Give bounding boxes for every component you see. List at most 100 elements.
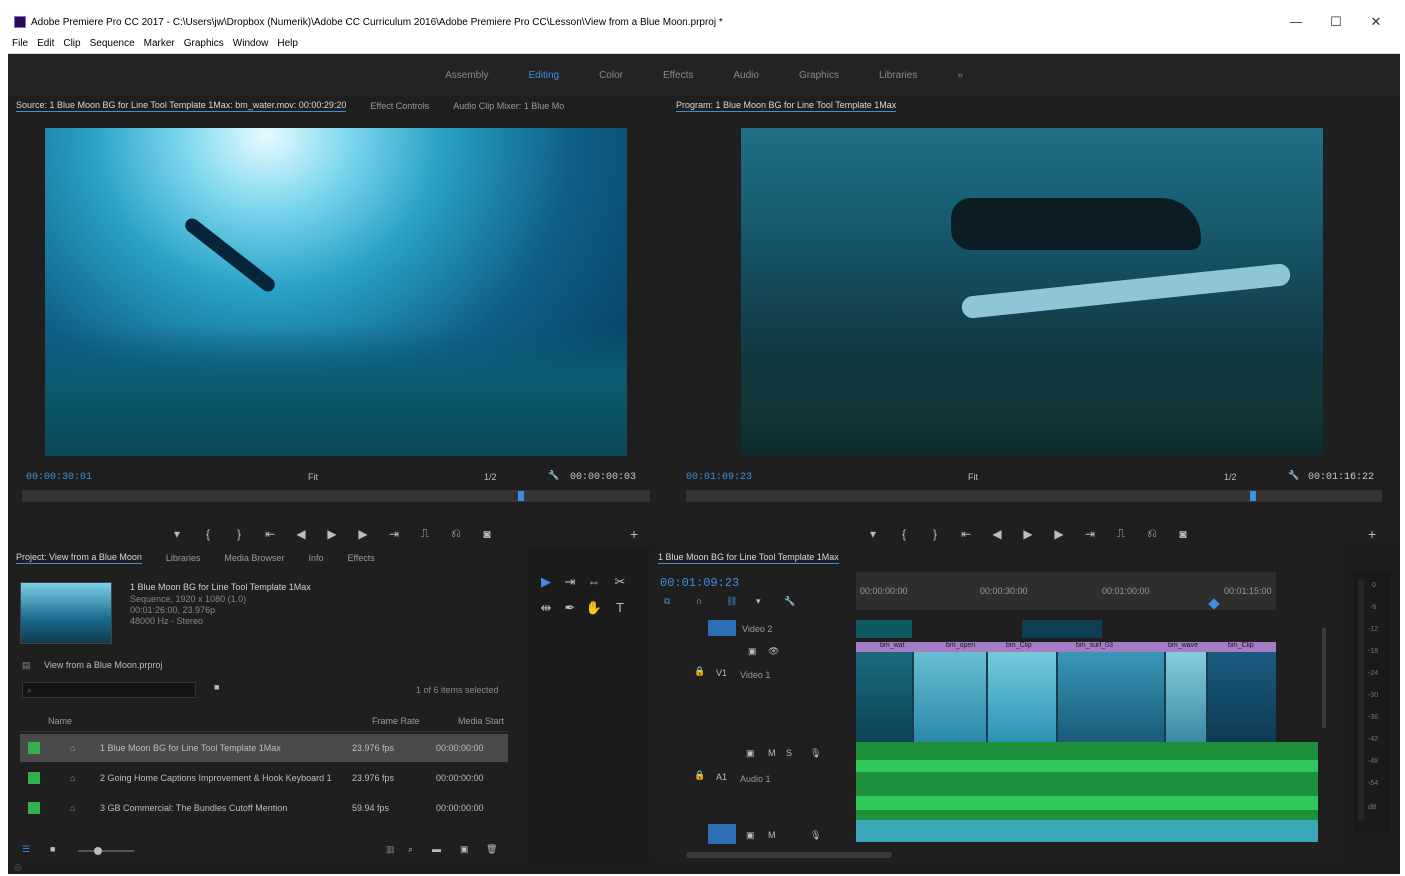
v1-clip[interactable] <box>914 642 986 742</box>
a1-lock-icon[interactable]: 🔒 <box>694 770 705 781</box>
selection-tool-icon[interactable]: ▶ <box>536 574 556 590</box>
timeline-horizontal-scrollbar[interactable] <box>686 852 892 858</box>
hand-tool-icon[interactable]: ✋ <box>584 600 604 616</box>
menu-sequence[interactable]: Sequence <box>90 38 135 49</box>
export-frame-icon[interactable]: ◙ <box>478 527 496 541</box>
table-row[interactable]: ⌂ 2 Going Home Captions Improvement & Ho… <box>20 764 508 792</box>
column-media-start[interactable]: Media Start <box>458 716 504 726</box>
audio-clip-a1-upper[interactable] <box>856 742 1318 786</box>
menu-clip[interactable]: Clip <box>63 38 80 49</box>
label-color-swatch[interactable] <box>28 742 40 754</box>
step-back-icon[interactable]: ◀ <box>292 527 310 541</box>
tab-info[interactable]: Info <box>308 553 323 563</box>
a2-source-patch[interactable] <box>708 824 736 844</box>
program-time-ruler[interactable] <box>686 490 1382 502</box>
workspaces-more-icon[interactable]: » <box>937 70 983 81</box>
new-search-bin-icon[interactable]: ■ <box>214 682 219 692</box>
marker-icon[interactable]: ▾ <box>168 527 186 541</box>
search-input[interactable]: ⌕ <box>22 682 196 698</box>
timeline-vertical-scrollbar[interactable] <box>1322 628 1326 728</box>
close-button[interactable]: ✕ <box>1356 12 1396 32</box>
go-to-out-icon[interactable]: ⇥ <box>1081 527 1099 541</box>
icon-view-icon[interactable]: ■ <box>50 844 55 854</box>
step-forward-icon[interactable]: ▶ <box>1050 527 1068 541</box>
v1-clip[interactable] <box>856 642 912 742</box>
a1-voiceover-mic-icon[interactable]: 🎙 <box>810 748 821 759</box>
a2-toggle-output-icon[interactable]: ▣ <box>746 830 755 841</box>
v1-clip[interactable] <box>1166 642 1206 742</box>
table-row[interactable]: ⌂ 3 GB Commercial: The Bundles Cutoff Me… <box>20 794 508 822</box>
workspace-assembly[interactable]: Assembly <box>425 70 508 81</box>
tab-program[interactable]: Program: 1 Blue Moon BG for Line Tool Te… <box>676 100 897 112</box>
menu-edit[interactable]: Edit <box>37 38 54 49</box>
step-back-icon[interactable]: ◀ <box>988 527 1006 541</box>
tab-libraries[interactable]: Libraries <box>166 553 201 563</box>
tab-effects[interactable]: Effects <box>347 553 374 563</box>
program-button-editor-icon[interactable]: + <box>1368 526 1376 542</box>
program-resolution-dropdown[interactable]: 1/2 <box>1224 472 1237 482</box>
workspace-libraries[interactable]: Libraries <box>859 70 937 81</box>
clear-icon[interactable]: 🗑 <box>486 844 497 855</box>
v1-clip[interactable] <box>1208 642 1276 742</box>
extract-icon[interactable]: ⎌ <box>1143 526 1161 541</box>
a1-solo-icon[interactable]: S <box>786 748 792 758</box>
program-playhead-timecode[interactable]: 00:01:09:23 <box>686 472 752 483</box>
nest-icon[interactable]: ⧉ <box>664 596 670 607</box>
source-settings-wrench-icon[interactable]: 🔧 <box>548 470 559 481</box>
export-frame-icon[interactable]: ◙ <box>1174 527 1192 541</box>
v2-source-patch[interactable] <box>708 620 736 636</box>
program-playhead[interactable] <box>1249 491 1256 501</box>
audio-clip-a2[interactable] <box>856 820 1318 842</box>
maximize-button[interactable]: ☐ <box>1316 12 1356 32</box>
workspace-color[interactable]: Color <box>579 70 643 81</box>
go-to-out-icon[interactable]: ⇥ <box>385 527 403 541</box>
snap-icon[interactable]: ∩ <box>696 596 702 606</box>
v2-clip[interactable] <box>1022 620 1102 638</box>
type-tool-icon[interactable]: T <box>610 600 630 615</box>
play-icon[interactable]: ▶ <box>323 527 341 541</box>
go-to-in-icon[interactable]: ⇤ <box>957 527 975 541</box>
timeline-playhead-timecode[interactable]: 00:01:09:23 <box>660 576 739 590</box>
label-color-swatch[interactable] <box>28 772 40 784</box>
tab-project[interactable]: Project: View from a Blue Moon <box>16 552 142 564</box>
source-playhead-timecode[interactable]: 00:00:30:01 <box>26 472 92 483</box>
source-resolution-dropdown[interactable]: 1/2 <box>484 472 497 482</box>
track-select-tool-icon[interactable]: ⇥ <box>560 574 580 590</box>
column-frame-rate[interactable]: Frame Rate <box>372 716 420 726</box>
source-fit-dropdown[interactable]: Fit <box>308 472 318 482</box>
column-name[interactable]: Name <box>48 716 72 726</box>
ripple-edit-tool-icon[interactable]: ⇔ <box>584 574 604 589</box>
tab-sequence[interactable]: 1 Blue Moon BG for Line Tool Template 1M… <box>658 552 839 564</box>
go-to-in-icon[interactable]: ⇤ <box>261 527 279 541</box>
v1-eye-icon[interactable]: 👁 <box>768 646 779 657</box>
v1-toggle-output-icon[interactable]: ▣ <box>748 646 757 657</box>
automate-to-sequence-icon[interactable]: ▥ <box>386 844 395 855</box>
mark-in-icon[interactable]: { <box>895 527 913 541</box>
play-icon[interactable]: ▶ <box>1019 527 1037 541</box>
zoom-slider[interactable] <box>78 847 134 855</box>
mark-out-icon[interactable]: } <box>926 527 944 541</box>
tab-effect-controls[interactable]: Effect Controls <box>370 101 429 111</box>
a1-toggle-output-icon[interactable]: ▣ <box>746 748 755 759</box>
menu-graphics[interactable]: Graphics <box>184 38 224 49</box>
v1-lock-icon[interactable]: 🔒 <box>694 666 705 677</box>
program-settings-wrench-icon[interactable]: 🔧 <box>1288 470 1299 481</box>
workspace-audio[interactable]: Audio <box>713 70 779 81</box>
track-a1-target[interactable]: A1 <box>716 772 727 782</box>
add-marker-icon[interactable]: ▾ <box>756 596 761 607</box>
audio-clip-a1-lower[interactable] <box>856 786 1318 820</box>
workspace-editing[interactable]: Editing <box>508 70 579 81</box>
mark-out-icon[interactable]: } <box>230 527 248 541</box>
new-item-icon[interactable]: ▣ <box>460 844 469 855</box>
timeline-playhead-marker[interactable] <box>1208 598 1220 610</box>
a2-mute-icon[interactable]: M <box>768 830 776 840</box>
razor-tool-icon[interactable]: ✂ <box>610 574 630 590</box>
source-time-ruler[interactable] <box>22 490 650 502</box>
v1-clip[interactable] <box>1058 642 1164 742</box>
table-row[interactable]: ⌂ 1 Blue Moon BG for Line Tool Template … <box>20 734 508 762</box>
linked-selection-icon[interactable]: ⛓ <box>726 596 737 607</box>
insert-icon[interactable]: ⎍ <box>416 526 434 541</box>
lift-icon[interactable]: ⎍ <box>1112 526 1130 541</box>
overwrite-icon[interactable]: ⎌ <box>447 526 465 541</box>
find-icon[interactable]: ⌕ <box>408 844 413 855</box>
